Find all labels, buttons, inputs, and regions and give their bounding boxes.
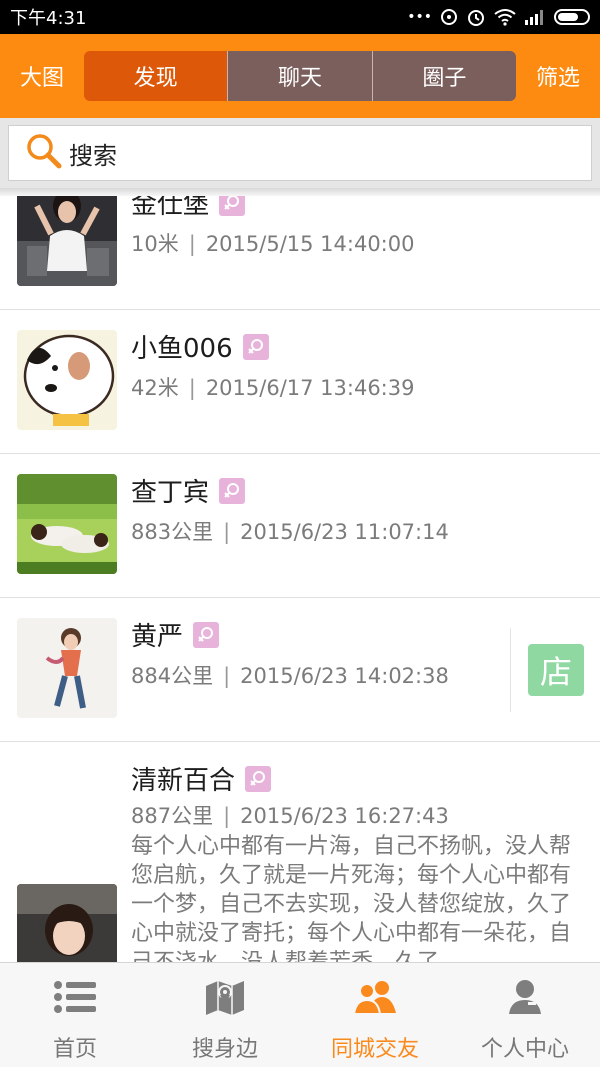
user-meta: 42米 | 2015/6/17 13:46:39: [131, 372, 414, 402]
search-input[interactable]: 搜索: [8, 125, 592, 181]
header-tabs: 发现 聊天 圈子: [84, 51, 516, 101]
user-name: 黄严: [131, 622, 184, 652]
notification-dots-icon: •••: [407, 9, 432, 25]
search-icon: [25, 132, 63, 174]
tab-nearby[interactable]: 搜身边: [150, 963, 300, 1067]
meta-separator: |: [223, 664, 231, 688]
tab-circles[interactable]: 圈子: [371, 51, 516, 101]
list-item[interactable]: 小鱼006 42米 | 2015/6/17 13:46:39: [0, 310, 600, 454]
distance: 884公里: [131, 664, 214, 688]
user-meta: 884公里 | 2015/6/23 14:02:38: [131, 660, 449, 690]
user-meta: 883公里 | 2015/6/23 11:07:14: [131, 516, 449, 546]
female-icon: [242, 333, 269, 360]
tab-label: 首页: [52, 1037, 97, 1062]
distance: 42米: [131, 376, 179, 400]
top-header: 大图 发现 聊天 圈子 筛选: [0, 34, 600, 118]
name-row: 小鱼006: [131, 328, 269, 365]
meta-separator: |: [188, 376, 196, 400]
shop-badge[interactable]: 店: [528, 644, 584, 696]
status-icons: •••: [407, 7, 590, 27]
tab-discover[interactable]: 发现: [84, 51, 228, 101]
timestamp: 2015/6/23 11:07:14: [240, 520, 449, 544]
friends-icon: [352, 977, 398, 1017]
bottom-tab-bar: 首页 搜身边 同城交友 个人中心: [0, 962, 600, 1067]
female-icon: [219, 477, 246, 504]
search-label: 搜索: [69, 141, 117, 170]
female-icon: [219, 196, 246, 216]
timestamp: 2015/5/15 14:40:00: [205, 232, 415, 256]
distance: 883公里: [131, 520, 214, 544]
tab-home[interactable]: 首页: [0, 963, 150, 1067]
list-icon: [52, 977, 98, 1017]
list-item[interactable]: 清新百合 887公里 | 2015/6/23 16:27:43 每个人心中都有一片海…: [0, 742, 600, 962]
tab-local-friends[interactable]: 同城交友: [300, 963, 450, 1067]
avatar: [17, 884, 117, 962]
avatar: [17, 196, 117, 286]
tab-profile[interactable]: 个人中心: [450, 963, 600, 1067]
battery-icon: [554, 9, 590, 25]
distance: 10米: [131, 232, 179, 256]
filter-button[interactable]: 筛选: [516, 60, 600, 92]
user-meta: 10米 | 2015/5/15 14:40:00: [131, 228, 414, 258]
tab-label: 个人中心: [480, 1037, 569, 1062]
shop-divider: [510, 628, 511, 712]
user-name: 金仕堡: [131, 196, 210, 220]
search-bar: 搜索: [0, 118, 600, 188]
sync-icon: [440, 8, 458, 26]
name-row: 清新百合: [131, 760, 272, 797]
avatar: [17, 618, 117, 718]
list-item[interactable]: 金仕堡 10米 | 2015/5/15 14:40:00: [0, 196, 600, 310]
user-meta: 887公里 | 2015/6/23 16:27:43: [131, 800, 449, 830]
name-row: 黄严: [131, 616, 220, 653]
status-time: 下午4:31: [10, 8, 87, 29]
list-item[interactable]: 查丁宾 883公里 | 2015/6/23 11:07:14: [0, 454, 600, 598]
meta-separator: |: [223, 520, 231, 544]
avatar: [17, 474, 117, 574]
name-row: 金仕堡: [131, 196, 246, 221]
meta-separator: |: [223, 804, 231, 828]
user-name: 查丁宾: [131, 478, 210, 508]
list-item[interactable]: 黄严 884公里 | 2015/6/23 14:02:38 店: [0, 598, 600, 742]
tab-label: 搜身边: [191, 1037, 258, 1062]
status-bar: 下午4:31 •••: [0, 0, 600, 34]
user-name: 小鱼006: [131, 334, 233, 364]
timestamp: 2015/6/17 13:46:39: [205, 376, 415, 400]
large-image-button[interactable]: 大图: [0, 60, 84, 92]
user-icon: [502, 977, 548, 1017]
wifi-icon: [494, 8, 516, 26]
timestamp: 2015/6/23 16:27:43: [240, 804, 449, 828]
avatar: [17, 330, 117, 430]
alarm-icon: [466, 7, 486, 27]
female-icon: [193, 621, 220, 648]
tab-chat[interactable]: 聊天: [227, 51, 372, 101]
tab-label: 同城交友: [330, 1037, 419, 1062]
user-name: 清新百合: [131, 766, 236, 796]
user-list: 金仕堡 10米 | 2015/5/15 14:40:00 小鱼006 42米 |…: [0, 196, 600, 962]
timestamp: 2015/6/23 14:02:38: [240, 664, 449, 688]
female-icon: [245, 765, 272, 792]
meta-separator: |: [188, 232, 196, 256]
name-row: 查丁宾: [131, 472, 246, 509]
app-screen: 下午4:31 ••• 大图 发现 聊天 圈子 筛选 搜索 金仕堡 10米 | 2…: [0, 0, 600, 1067]
user-bio: 每个人心中都有一片海，自己不扬帆，没人帮您启航，久了就是一片死海；每个人心中都有…: [131, 834, 572, 962]
signal-icon: [524, 9, 546, 25]
distance: 887公里: [131, 804, 214, 828]
map-pin-icon: [202, 977, 248, 1017]
